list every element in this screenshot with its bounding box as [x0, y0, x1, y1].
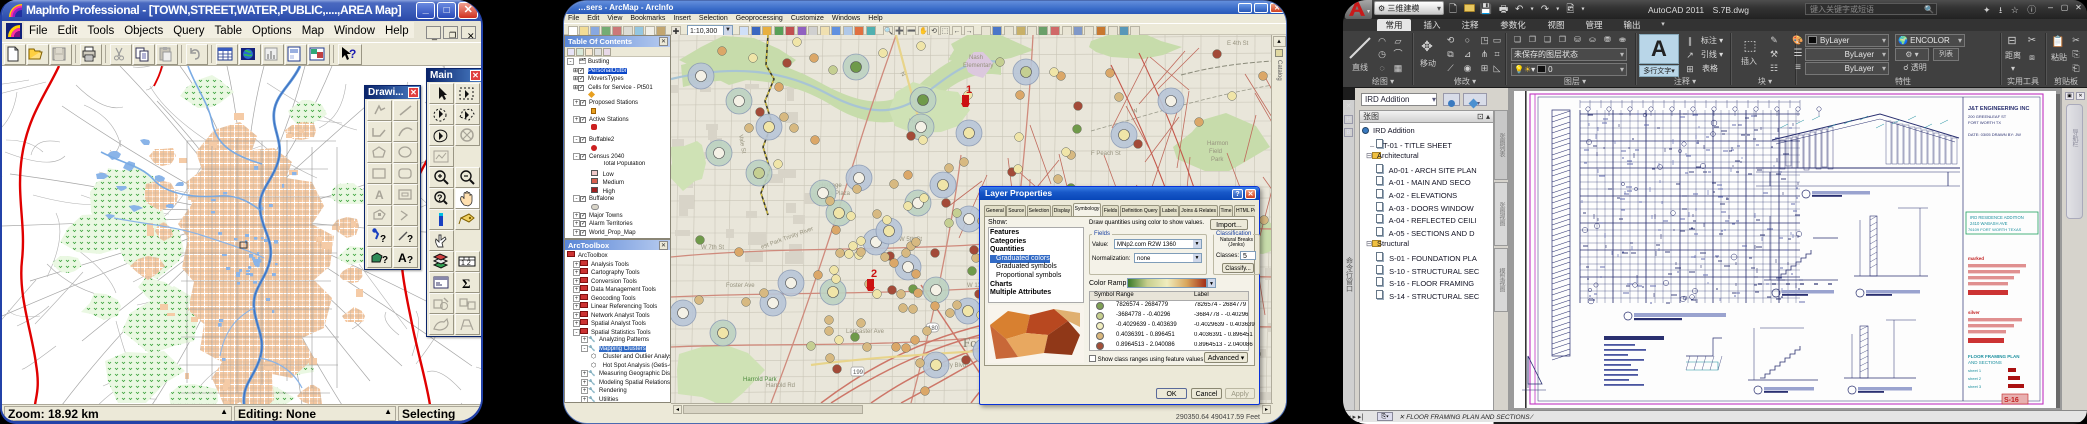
svg-text:J&T ENGINEERING INC: J&T ENGINEERING INC	[1968, 106, 2029, 112]
svg-text:W 7th St: W 7th St	[701, 245, 724, 251]
svg-text:IRD RESIDENCE ADDITION: IRD RESIDENCE ADDITION	[1970, 215, 2024, 220]
svg-text:Harrold Rd: Harrold Rd	[766, 383, 795, 389]
svg-text:2410 WABASH AVE: 2410 WABASH AVE	[1970, 221, 2008, 226]
svg-text:sheet 3: sheet 3	[1968, 384, 1982, 389]
svg-text:?: ?	[382, 255, 388, 266]
svg-text:Σ: Σ	[462, 276, 471, 291]
svg-text:199: 199	[853, 370, 864, 376]
svg-text:?: ?	[349, 47, 356, 61]
svg-text:FLOOR FRAMING PLAN: FLOOR FRAMING PLAN	[1968, 354, 2020, 359]
svg-text:76109 FORT WORTH TEXAS: 76109 FORT WORTH TEXAS	[1968, 227, 2022, 232]
svg-text:Elementary: Elementary	[963, 63, 993, 69]
svg-text:silver: silver	[1968, 310, 1980, 315]
svg-text:Harrold Park: Harrold Park	[743, 377, 778, 383]
svg-text:A: A	[398, 251, 407, 265]
svg-text:2: 2	[871, 268, 877, 280]
svg-text:AND SECTIONS: AND SECTIONS	[1968, 360, 2002, 365]
svg-text:Foster Ave: Foster Ave	[726, 283, 755, 289]
svg-text:sheet 1: sheet 1	[1968, 368, 1982, 373]
svg-text:?: ?	[407, 255, 413, 266]
svg-text:?: ?	[437, 193, 443, 203]
svg-text:marked: marked	[1968, 256, 1984, 261]
svg-text:200 GREENLEAF ST: 200 GREENLEAF ST	[1968, 114, 2007, 119]
svg-text:A: A	[375, 188, 384, 202]
svg-text:S-16: S-16	[2004, 397, 2019, 404]
svg-text:E 4th St: E 4th St	[1227, 41, 1249, 47]
svg-text:1 2: 1 2	[461, 260, 471, 267]
svg-text:F Peach St: F Peach St	[1091, 151, 1121, 157]
svg-text:1: 1	[966, 84, 972, 96]
svg-text:Park: Park	[1211, 157, 1224, 163]
svg-text:sheet 2: sheet 2	[1968, 376, 1982, 381]
svg-text:DATE: 03/05 DRAWN BY: JW: DATE: 03/05 DRAWN BY: JW	[1968, 132, 2021, 137]
svg-text:Nash: Nash	[969, 55, 983, 61]
svg-text:FORT WORTH TX: FORT WORTH TX	[1968, 120, 2001, 125]
svg-text:Field: Field	[1209, 149, 1222, 155]
svg-text:?: ?	[407, 234, 413, 245]
svg-text:Harmon: Harmon	[1207, 141, 1228, 147]
svg-text:?: ?	[380, 234, 386, 245]
